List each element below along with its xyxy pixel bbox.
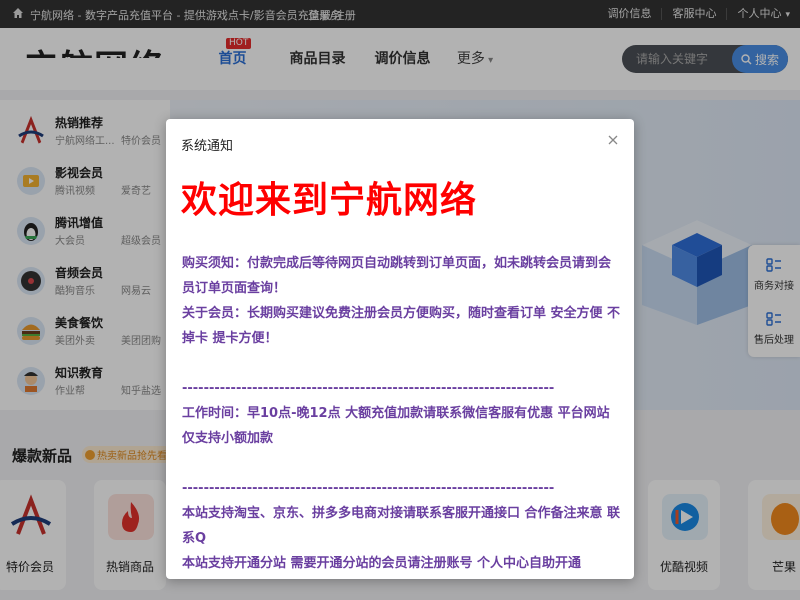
notice-membership: 关于会员：长期购买建议免费注册会员方便购买，随时查看订单 安全方便 不掉卡 提卡… <box>182 306 621 346</box>
notice-purchase: 购买须知：付款完成后等待网页自动跳转到订单页面，如未跳转会员请到会员订单页面查询… <box>182 256 612 296</box>
notice-ecommerce: 本站支持淘宝、京东、拼多多电商对接请联系客服开通接口 合作备注来意 联系Q <box>182 506 621 546</box>
notice-work-hours: 工作时间：早10点-晚12点 大额充值加款请联系微信客服有优惠 平台网站仅支持小… <box>182 406 610 446</box>
modal-title: 系统通知 <box>181 139 234 154</box>
notice-modal: 系统通知 欢迎来到宁航网络 购买须知：付款完成后等待网页自动跳转到订单页面，如未… <box>166 119 634 579</box>
close-icon[interactable] <box>606 133 620 147</box>
notice-substation: 本站支持开通分站 需要开通分站的会员请注册账号 个人中心自助开通 <box>182 556 582 571</box>
divider-line: ----------------------------------------… <box>182 381 555 396</box>
divider-line: ----------------------------------------… <box>182 481 555 496</box>
modal-headline: 欢迎来到宁航网络 <box>181 180 478 221</box>
modal-body: 购买须知：付款完成后等待网页自动跳转到订单页面，如未跳转会员请到会员订单页面查询… <box>182 251 622 576</box>
